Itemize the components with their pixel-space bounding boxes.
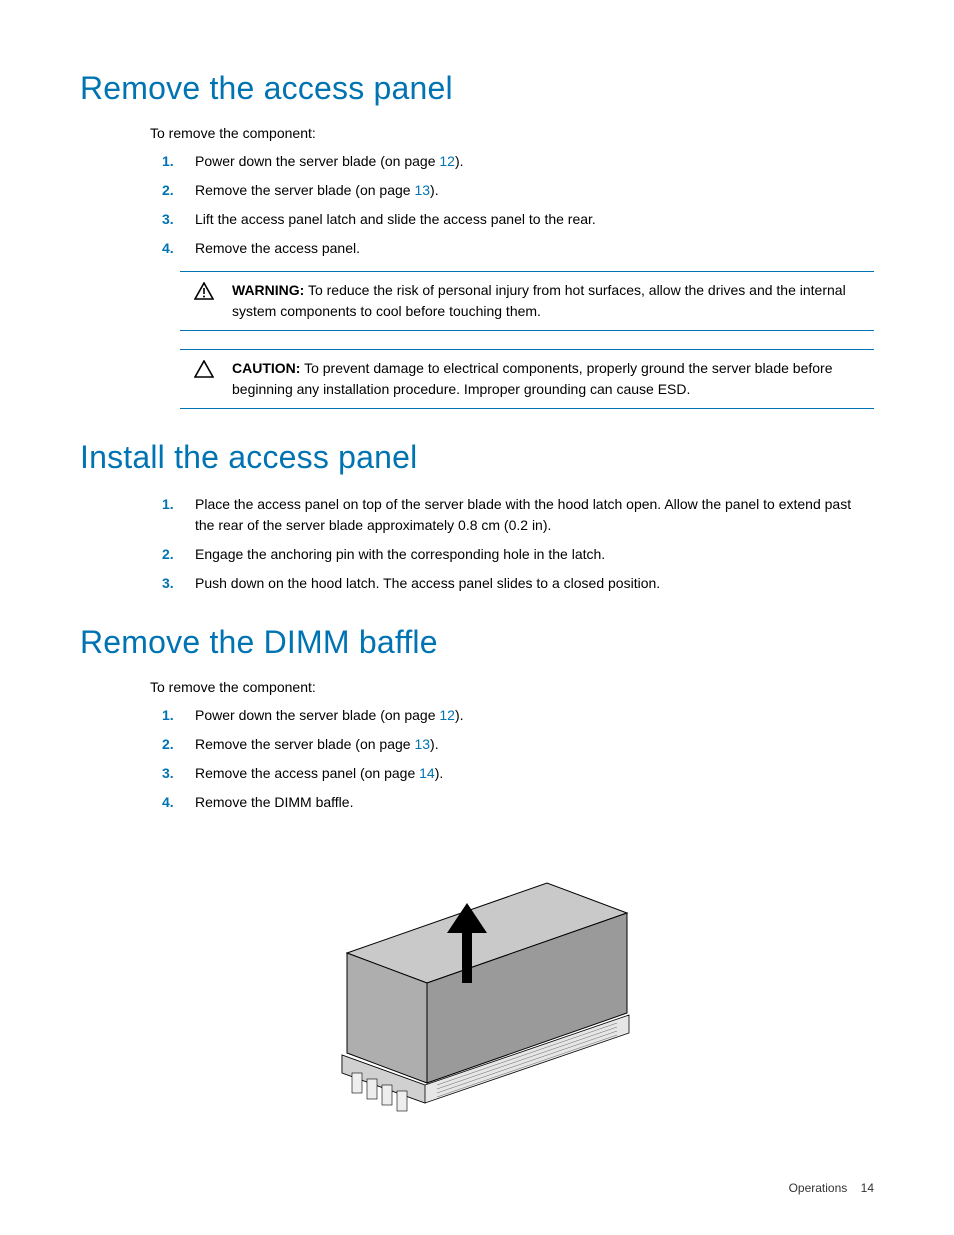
- dimm-baffle-illustration: [297, 833, 657, 1153]
- step-item: Power down the server blade (on page 12)…: [150, 705, 874, 726]
- step-text-post: ).: [430, 182, 439, 198]
- step-item: Place the access panel on top of the ser…: [150, 494, 874, 536]
- steps-remove-access-panel: Power down the server blade (on page 12)…: [150, 151, 874, 259]
- warning-body: To reduce the risk of personal injury fr…: [232, 282, 846, 319]
- page-link[interactable]: 14: [419, 765, 435, 781]
- section-install-access-panel: Install the access panel Place the acces…: [80, 439, 874, 594]
- warning-box: WARNING: To reduce the risk of personal …: [180, 271, 874, 331]
- step-text-post: ).: [435, 765, 444, 781]
- warning-icon: [184, 280, 224, 300]
- step-item: Lift the access panel latch and slide th…: [150, 209, 874, 230]
- step-text: Remove the DIMM baffle.: [195, 794, 353, 810]
- step-text: Engage the anchoring pin with the corres…: [195, 546, 605, 562]
- steps-install-access-panel: Place the access panel on top of the ser…: [150, 494, 874, 594]
- step-text: Power down the server blade (on page: [195, 707, 439, 723]
- caution-text: CAUTION: To prevent damage to electrical…: [224, 358, 870, 400]
- intro-text: To remove the component:: [150, 125, 874, 141]
- page-footer: Operations 14: [789, 1181, 874, 1195]
- step-text: Remove the server blade (on page: [195, 182, 414, 198]
- heading-remove-dimm-baffle: Remove the DIMM baffle: [80, 624, 874, 661]
- caution-label: CAUTION:: [232, 360, 300, 376]
- step-item: Remove the server blade (on page 13).: [150, 734, 874, 755]
- step-text-post: ).: [430, 736, 439, 752]
- page-link[interactable]: 12: [439, 153, 455, 169]
- caution-icon: [184, 358, 224, 378]
- warning-text: WARNING: To reduce the risk of personal …: [224, 280, 870, 322]
- caution-box: CAUTION: To prevent damage to electrical…: [180, 349, 874, 409]
- step-item: Remove the access panel (on page 14).: [150, 763, 874, 784]
- steps-remove-dimm-baffle: Power down the server blade (on page 12)…: [150, 705, 874, 813]
- section-remove-access-panel: Remove the access panel To remove the co…: [80, 70, 874, 409]
- step-item: Remove the server blade (on page 13).: [150, 180, 874, 201]
- footer-section: Operations: [789, 1181, 848, 1195]
- warning-label: WARNING:: [232, 282, 304, 298]
- step-item: Remove the access panel.: [150, 238, 874, 259]
- step-text: Place the access panel on top of the ser…: [195, 496, 851, 533]
- step-item: Push down on the hood latch. The access …: [150, 573, 874, 594]
- intro-text: To remove the component:: [150, 679, 874, 695]
- step-item: Remove the DIMM baffle.: [150, 792, 874, 813]
- page-link[interactable]: 13: [414, 182, 430, 198]
- step-text-post: ).: [455, 707, 464, 723]
- caution-body: To prevent damage to electrical componen…: [232, 360, 833, 397]
- section-remove-dimm-baffle: Remove the DIMM baffle To remove the com…: [80, 624, 874, 1153]
- page-link[interactable]: 13: [414, 736, 430, 752]
- heading-remove-access-panel: Remove the access panel: [80, 70, 874, 107]
- step-text: Push down on the hood latch. The access …: [195, 575, 660, 591]
- step-text: Remove the access panel.: [195, 240, 360, 256]
- page-link[interactable]: 12: [439, 707, 455, 723]
- footer-page-number: 14: [861, 1181, 874, 1195]
- step-item: Engage the anchoring pin with the corres…: [150, 544, 874, 565]
- step-text: Remove the server blade (on page: [195, 736, 414, 752]
- dimm-baffle-figure: [80, 833, 874, 1153]
- step-text-post: ).: [455, 153, 464, 169]
- step-text: Remove the access panel (on page: [195, 765, 419, 781]
- step-text: Power down the server blade (on page: [195, 153, 439, 169]
- heading-install-access-panel: Install the access panel: [80, 439, 874, 476]
- step-item: Power down the server blade (on page 12)…: [150, 151, 874, 172]
- step-text: Lift the access panel latch and slide th…: [195, 211, 596, 227]
